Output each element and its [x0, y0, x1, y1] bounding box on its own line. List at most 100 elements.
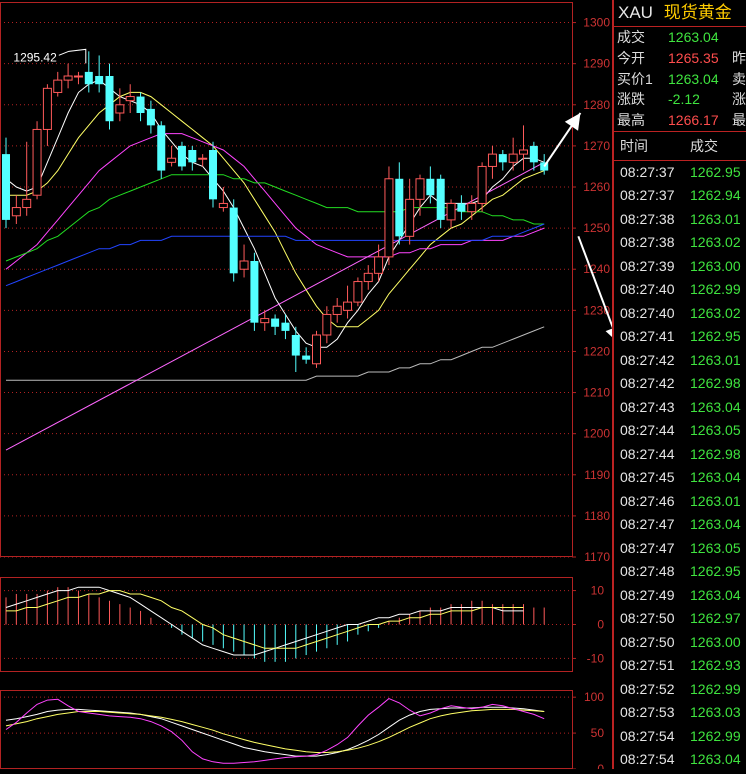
tick-row[interactable]: 08:27:43 1263.04 [614, 396, 746, 420]
tick-price: 1263.04 [690, 398, 741, 415]
quote-label: 最高 [617, 112, 645, 129]
tick-table-header: 时间 成交 [614, 130, 746, 161]
kline-chart-area[interactable]: 1170 1180 1190 1200 1210 1220 1230 1240 1250 1260… [0, 0, 621, 774]
ma30-line [5, 174, 545, 262]
tick-time: 08:27:43 [620, 398, 675, 415]
candle-body-up [415, 178, 425, 200]
candle-body-down [281, 322, 290, 331]
tick-time: 08:27:38 [620, 210, 675, 227]
tick-row[interactable]: 08:27:52 1262.99 [614, 678, 746, 702]
quote-table: 成交 1263.04 今开 1265.35 昨收买价1 1263.04 卖价1 涨跌 -2.12… [614, 27, 746, 131]
tick-price: 1262.95 [690, 328, 741, 345]
quote-label-secondary: 昨收 [732, 49, 746, 66]
candle-body-up [239, 260, 249, 270]
candle-body-up [446, 202, 456, 221]
y-tick-label: 50 [591, 726, 605, 740]
tick-row[interactable]: 08:27:38 1263.01 [614, 208, 746, 232]
y-tick-label: 1180 [584, 509, 610, 523]
candle-body-up [343, 301, 353, 311]
tick-row[interactable]: 08:27:47 1263.05 [614, 537, 746, 561]
tick-row[interactable]: 08:27:46 1263.01 [614, 490, 746, 514]
y-tick-label: 1270 [583, 139, 610, 153]
tick-time: 08:27:54 [620, 727, 675, 744]
tick-price: 1262.98 [690, 445, 741, 462]
candle-body-up [260, 318, 270, 324]
tick-price: 1263.02 [690, 304, 741, 321]
high-annotation: 1295.42 [13, 50, 57, 64]
tick-row[interactable]: 08:27:45 1263.04 [614, 466, 746, 490]
quote-value: 1263.04 [668, 29, 719, 45]
candle-body-down [146, 108, 155, 126]
tick-time: 08:27:44 [620, 422, 675, 439]
tick-time: 08:27:51 [620, 657, 675, 674]
pane-border [0, 690, 573, 769]
arrow-line [577, 235, 620, 344]
candle-body-up [53, 79, 63, 93]
tick-row[interactable]: 08:27:42 1262.98 [614, 372, 746, 396]
candle-body-up [42, 87, 52, 130]
tick-price: 1262.98 [690, 375, 741, 392]
candle-body-up [519, 149, 528, 155]
candle-body-down [136, 96, 145, 113]
candle-body-up [467, 202, 477, 213]
ma20-line [5, 133, 545, 270]
high-marker-line [58, 48, 87, 64]
pane-border [0, 577, 573, 672]
tick-time: 08:27:45 [620, 469, 675, 486]
tick-price: 1263.05 [690, 422, 741, 439]
candle-body-up [374, 256, 384, 274]
tick-row[interactable]: 08:27:40 1262.99 [614, 278, 746, 302]
chart-canvas[interactable]: 1170118011901200121012201230124012501260… [0, 0, 621, 774]
tick-price: 1263.05 [690, 539, 741, 556]
tick-row[interactable]: 08:27:37 1262.94 [614, 184, 746, 208]
quote-value: 1266.17 [668, 112, 719, 129]
candle-body-down [302, 355, 311, 360]
y-tick-label: 1260 [583, 180, 610, 194]
tick-row[interactable]: 08:27:53 1263.03 [614, 701, 746, 725]
tick-row[interactable]: 08:27:44 1263.05 [614, 419, 746, 443]
y-tick-label: 1240 [583, 262, 610, 276]
candle-body-up [332, 305, 342, 315]
candle-body-up [508, 153, 518, 163]
y-tick-label: 1250 [583, 221, 610, 235]
tick-price: 1263.00 [690, 257, 741, 274]
y-tick-label: -10 [587, 651, 605, 665]
tick-price: 1263.04 [690, 751, 741, 768]
candle-body-up [73, 75, 83, 78]
candle-body-up [405, 198, 415, 237]
tick-time: 08:27:50 [620, 633, 675, 650]
tick-price: 1262.95 [690, 563, 741, 580]
quote-row: 最高 1266.17 最低 [614, 110, 746, 131]
tick-time: 08:27:52 [620, 680, 675, 697]
tick-row[interactable]: 08:27:40 1263.02 [614, 302, 746, 326]
tick-row[interactable]: 08:27:44 1262.98 [614, 443, 746, 467]
candle-body-up [115, 104, 125, 114]
y-tick-label: 1200 [583, 427, 610, 441]
tick-row[interactable]: 08:27:42 1263.01 [614, 349, 746, 373]
tick-row[interactable]: 08:27:38 1263.02 [614, 231, 746, 255]
tick-row[interactable]: 08:27:50 1263.00 [614, 631, 746, 655]
tick-row[interactable]: 08:27:51 1262.93 [614, 654, 746, 678]
tick-row[interactable]: 08:27:39 1263.00 [614, 255, 746, 279]
quote-label-secondary: 最低 [732, 112, 746, 129]
tick-row[interactable]: 08:27:41 1262.95 [614, 325, 746, 349]
tick-price: 1263.01 [690, 492, 741, 509]
quote-label-secondary: 卖价1 [732, 70, 746, 87]
candle-body-up [218, 202, 228, 209]
candle-body-down [436, 178, 445, 220]
quote-label: 今开 [617, 49, 645, 66]
tick-row[interactable]: 08:27:49 1263.04 [614, 584, 746, 608]
y-tick-label: 0 [597, 762, 604, 769]
tick-row[interactable]: 08:27:54 1262.99 [614, 725, 746, 749]
tick-row[interactable]: 08:27:50 1262.97 [614, 607, 746, 631]
tick-row[interactable]: 08:27:54 1263.04 [614, 748, 746, 772]
tick-time: 08:27:54 [620, 751, 675, 768]
tick-row[interactable]: 08:27:48 1262.95 [614, 560, 746, 584]
tick-row[interactable]: 08:27:37 1262.95 [614, 161, 746, 185]
oscillator-line-1 [5, 706, 545, 757]
tick-list[interactable]: 08:27:37 1262.95 08:27:37 1262.94 08:27:38 12… [614, 161, 746, 772]
tick-price-header: 成交 [690, 137, 718, 154]
y-tick-label: 0 [597, 618, 604, 632]
tick-price: 1263.04 [690, 586, 741, 603]
tick-row[interactable]: 08:27:47 1263.04 [614, 513, 746, 537]
